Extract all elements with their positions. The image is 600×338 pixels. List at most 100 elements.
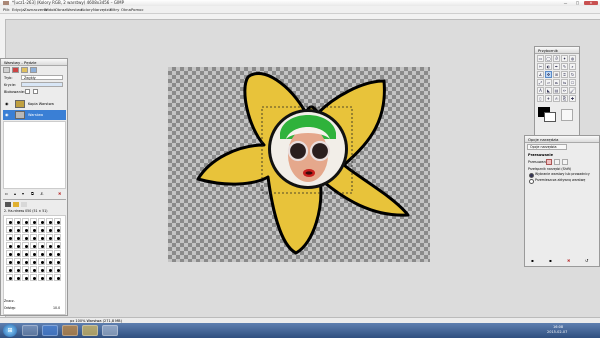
taskbar-explorer-icon[interactable] <box>22 325 38 336</box>
brush-item[interactable] <box>54 242 61 249</box>
save-options-icon[interactable]: ▪ <box>531 258 534 263</box>
brush-item[interactable] <box>30 242 37 249</box>
brush-item[interactable] <box>22 226 29 233</box>
measure-tool-icon[interactable]: ∡ <box>537 71 544 78</box>
align-tool-icon[interactable]: ⊞ <box>553 71 560 78</box>
tab-channels-icon[interactable] <box>12 67 19 73</box>
shear-tool-icon[interactable]: ▱ <box>545 79 552 86</box>
text-tool-icon[interactable]: A <box>537 87 544 94</box>
brush-item[interactable] <box>14 226 21 233</box>
taskbar-media-icon[interactable] <box>62 325 78 336</box>
delete-options-icon[interactable]: ✖ <box>567 258 570 263</box>
brush-item[interactable] <box>30 226 37 233</box>
brush-item[interactable] <box>22 218 29 225</box>
menu-obraz[interactable]: Obraz <box>55 7 66 12</box>
brush-item[interactable] <box>30 258 37 265</box>
brush-item[interactable] <box>14 250 21 257</box>
brush-item[interactable] <box>6 266 13 273</box>
brush-item[interactable] <box>22 274 29 281</box>
image-canvas[interactable] <box>168 67 430 262</box>
layer-row-kopia[interactable]: ◉ Kopia Warstwa <box>3 99 66 109</box>
opacity-slider[interactable] <box>21 82 63 87</box>
spacing-value[interactable]: 10.0 <box>53 306 60 310</box>
brush-item[interactable] <box>14 266 21 273</box>
fuzzy-select-tool-icon[interactable]: ✦ <box>561 55 568 62</box>
brush-item[interactable] <box>46 234 53 241</box>
brush-item[interactable] <box>6 242 13 249</box>
free-select-tool-icon[interactable]: ϑ <box>553 55 560 62</box>
cage-tool-icon[interactable]: ⬠ <box>569 79 576 86</box>
brush-item[interactable] <box>22 266 29 273</box>
brush-item[interactable] <box>46 218 53 225</box>
brush-item[interactable] <box>54 258 61 265</box>
brush-item[interactable] <box>54 234 61 241</box>
ink-tool-icon[interactable]: ✍ <box>553 95 560 102</box>
heal-tool-icon[interactable]: ✚ <box>569 95 576 102</box>
maximize-button[interactable]: □ <box>572 1 583 5</box>
taskbar-folder-icon[interactable] <box>82 325 98 336</box>
brush-item[interactable] <box>30 266 37 273</box>
move-path-toggle[interactable] <box>562 159 568 165</box>
brush-item[interactable] <box>6 274 13 281</box>
brush-item[interactable] <box>46 258 53 265</box>
rotate-tool-icon[interactable]: ↻ <box>569 71 576 78</box>
eye-icon[interactable]: ◉ <box>5 112 9 117</box>
tray-icons[interactable] <box>515 327 545 333</box>
scale-tool-icon[interactable]: ⤢ <box>537 79 544 86</box>
brush-item[interactable] <box>30 274 37 281</box>
taskbar-gimp-icon[interactable] <box>102 325 118 336</box>
reset-options-icon[interactable]: ↺ <box>585 258 588 263</box>
ellipse-select-tool-icon[interactable]: ◯ <box>545 55 552 62</box>
paintbrush-tool-icon[interactable]: 🖌 <box>569 87 576 94</box>
brush-item[interactable] <box>38 250 45 257</box>
brush-item[interactable] <box>6 234 13 241</box>
gradient-tab-icon[interactable] <box>21 202 27 207</box>
brush-item[interactable] <box>22 250 29 257</box>
move-selection-toggle[interactable] <box>554 159 560 165</box>
brush-item[interactable] <box>6 250 13 257</box>
lock-pixels-checkbox[interactable] <box>25 89 30 94</box>
minimize-button[interactable]: — <box>560 1 571 5</box>
brush-item[interactable] <box>30 218 37 225</box>
brush-item[interactable] <box>54 226 61 233</box>
color-select-tool-icon[interactable]: ◍ <box>569 55 576 62</box>
perspective-tool-icon[interactable]: ⏢ <box>553 79 560 86</box>
horizontal-ruler[interactable] <box>0 14 600 20</box>
brush-item[interactable] <box>54 218 61 225</box>
menu-edycja[interactable]: Edycja <box>12 7 25 12</box>
paths-tool-icon[interactable]: ✒ <box>553 63 560 70</box>
brush-item[interactable] <box>14 218 21 225</box>
brush-item[interactable] <box>46 226 53 233</box>
brush-item[interactable] <box>38 242 45 249</box>
brush-item[interactable] <box>6 218 13 225</box>
brush-item[interactable] <box>46 242 53 249</box>
brush-item[interactable] <box>46 250 53 257</box>
taskbar-ie-icon[interactable] <box>42 325 58 336</box>
restore-options-icon[interactable]: ▪ <box>549 258 552 263</box>
mode-select[interactable]: Zwykły <box>21 75 63 80</box>
brush-item[interactable] <box>38 218 45 225</box>
menu-pomoc[interactable]: Pomoc <box>131 7 144 12</box>
move-tool-icon[interactable]: ✥ <box>545 71 552 78</box>
brush-item[interactable] <box>30 234 37 241</box>
clone-tool-icon[interactable]: ⎘ <box>561 95 568 102</box>
brush-item[interactable] <box>46 266 53 273</box>
move-layer-toggle[interactable] <box>546 159 552 165</box>
brush-item[interactable] <box>22 258 29 265</box>
radio-active-layer[interactable] <box>529 179 534 184</box>
close-button[interactable]: ✕ <box>584 1 598 5</box>
delete-layer-icon[interactable]: ✖ <box>58 191 61 196</box>
foreground-select-tool-icon[interactable]: ◐ <box>545 63 552 70</box>
layer-name[interactable]: Kopia Warstwa <box>28 102 54 106</box>
anchor-layer-icon[interactable]: ⚓ <box>40 191 44 196</box>
tab-undo-icon[interactable] <box>30 67 37 73</box>
layer-row-warstwa[interactable]: ◉ Warstwa <box>3 110 66 120</box>
flip-tool-icon[interactable]: ⇋ <box>561 79 568 86</box>
new-layer-icon[interactable]: ▫ <box>5 191 8 196</box>
start-button[interactable]: ⊞ <box>3 324 17 337</box>
brush-item[interactable] <box>6 258 13 265</box>
color-picker-tool-icon[interactable]: ✎ <box>561 63 568 70</box>
brush-item[interactable] <box>54 250 61 257</box>
active-brush-preview[interactable] <box>561 109 573 121</box>
blend-tool-icon[interactable]: ▤ <box>553 87 560 94</box>
